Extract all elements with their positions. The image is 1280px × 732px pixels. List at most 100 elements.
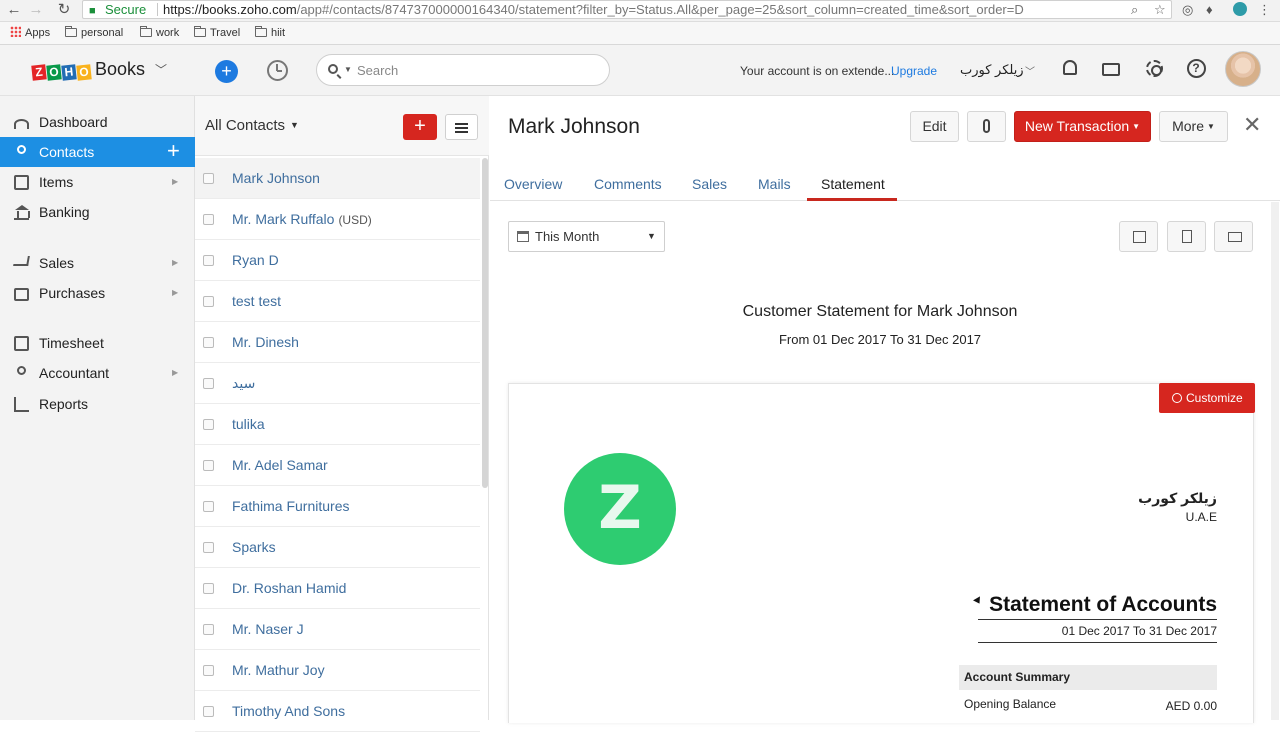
row-checkbox[interactable] bbox=[203, 542, 214, 553]
avatar[interactable] bbox=[1225, 51, 1261, 87]
sidebar-item-reports[interactable]: Reports bbox=[0, 389, 195, 419]
bookmark-star-icon[interactable]: ☆ bbox=[1154, 1, 1166, 18]
contact-name-link[interactable]: سيد bbox=[232, 375, 255, 392]
sidebar-item-dashboard[interactable]: Dashboard bbox=[0, 107, 195, 137]
contact-name-link[interactable]: Mr. Mark Ruffalo (USD) bbox=[232, 211, 372, 227]
gear-icon[interactable] bbox=[1143, 58, 1165, 80]
sidebar-item-purchases[interactable]: Purchases ▶ bbox=[0, 278, 195, 308]
row-checkbox[interactable] bbox=[203, 214, 214, 225]
row-checkbox[interactable] bbox=[203, 296, 214, 307]
row-checkbox[interactable] bbox=[203, 337, 214, 348]
row-checkbox[interactable] bbox=[203, 665, 214, 676]
back-icon[interactable]: ← bbox=[6, 1, 22, 19]
sidebar-item-banking[interactable]: Banking bbox=[0, 197, 195, 227]
period-select[interactable]: This Month ▼ bbox=[508, 221, 665, 252]
table-row[interactable]: Mr. Mathur Joy bbox=[195, 650, 480, 691]
tab-sales[interactable]: Sales bbox=[692, 176, 727, 192]
row-checkbox[interactable] bbox=[203, 173, 214, 184]
row-checkbox[interactable] bbox=[203, 378, 214, 389]
sidebar-item-sales[interactable]: Sales ▶ bbox=[0, 248, 195, 278]
row-checkbox[interactable] bbox=[203, 583, 214, 594]
row-checkbox[interactable] bbox=[203, 624, 214, 635]
zoom-icon[interactable]: ⌕ bbox=[1131, 1, 1138, 18]
row-checkbox[interactable] bbox=[203, 460, 214, 471]
chevron-down-icon[interactable]: ﹀ bbox=[155, 61, 167, 78]
evernote-icon[interactable]: ♦ bbox=[1206, 1, 1213, 18]
browser-profile-icon[interactable] bbox=[1233, 2, 1247, 16]
scrollbar[interactable] bbox=[482, 158, 488, 488]
chevron-down-icon[interactable]: ﹀ bbox=[1025, 63, 1035, 78]
browser-menu-icon[interactable]: ⋮ bbox=[1258, 1, 1271, 18]
contact-name-link[interactable]: Ryan D bbox=[232, 252, 279, 268]
contact-name-link[interactable]: Mr. Naser J bbox=[232, 621, 304, 637]
bell-icon[interactable] bbox=[1059, 58, 1081, 80]
table-row[interactable]: سيد bbox=[195, 363, 480, 404]
sidebar-item-accountant[interactable]: Accountant ▶ bbox=[0, 358, 195, 388]
sidebar-item-timesheet[interactable]: Timesheet bbox=[0, 328, 195, 358]
caret-down-icon[interactable]: ▼ bbox=[344, 65, 352, 74]
contact-name-link[interactable]: Fathima Furnitures bbox=[232, 498, 349, 514]
contact-name-link[interactable]: tulika bbox=[232, 416, 265, 432]
print-button[interactable] bbox=[1119, 221, 1158, 252]
address-bar[interactable]: ■ Secure https://books.zoho.com/app#/con… bbox=[82, 0, 1172, 19]
list-options-button[interactable] bbox=[445, 114, 478, 140]
view-filter-dropdown[interactable]: All Contacts ▼ bbox=[205, 117, 299, 134]
contact-name-link[interactable]: Mark Johnson bbox=[232, 170, 320, 186]
sidebar-item-contacts[interactable]: Contacts + bbox=[0, 137, 195, 167]
tab-comments[interactable]: Comments bbox=[594, 176, 662, 192]
table-row[interactable]: test test bbox=[195, 281, 480, 322]
tab-overview[interactable]: Overview bbox=[504, 176, 562, 192]
tab-statement[interactable]: Statement bbox=[821, 176, 885, 192]
customize-button[interactable]: Customize bbox=[1159, 383, 1255, 413]
search-icon[interactable] bbox=[328, 64, 338, 74]
add-contact-icon[interactable]: + bbox=[167, 136, 180, 166]
contact-name-link[interactable]: Timothy And Sons bbox=[232, 703, 345, 719]
table-row[interactable]: Fathima Furnitures bbox=[195, 486, 480, 527]
reload-icon[interactable]: ↻ bbox=[56, 1, 72, 19]
search-input[interactable] bbox=[357, 61, 597, 79]
edit-button[interactable]: Edit bbox=[910, 111, 959, 142]
download-pdf-button[interactable] bbox=[1167, 221, 1206, 252]
table-row[interactable]: Ryan D bbox=[195, 240, 480, 281]
zoho-books-logo[interactable]: Z O H O Books bbox=[31, 59, 145, 81]
quick-create-button[interactable]: + bbox=[215, 60, 238, 83]
help-icon[interactable]: ? bbox=[1185, 58, 1207, 80]
table-row[interactable]: Mr. Dinesh bbox=[195, 322, 480, 363]
bookmark-personal[interactable]: personal bbox=[65, 26, 123, 40]
table-row[interactable]: Dr. Roshan Hamid bbox=[195, 568, 480, 609]
table-row[interactable]: Sparks bbox=[195, 527, 480, 568]
history-icon[interactable] bbox=[267, 60, 288, 81]
send-email-button[interactable] bbox=[1214, 221, 1253, 252]
new-transaction-button[interactable]: New Transaction ▼ bbox=[1014, 111, 1151, 142]
folder-icon[interactable] bbox=[1100, 58, 1122, 80]
bookmark-work[interactable]: work bbox=[140, 26, 179, 40]
attach-button[interactable] bbox=[967, 111, 1006, 142]
tab-mails[interactable]: Mails bbox=[758, 176, 791, 192]
row-checkbox[interactable] bbox=[203, 255, 214, 266]
extension-icon[interactable]: ◎ bbox=[1182, 1, 1193, 18]
new-contact-button[interactable]: + bbox=[403, 114, 437, 140]
row-checkbox[interactable] bbox=[203, 706, 214, 717]
contact-name-link[interactable]: Dr. Roshan Hamid bbox=[232, 580, 346, 596]
sidebar-item-items[interactable]: Items ▶ bbox=[0, 167, 195, 197]
bookmark-apps[interactable]: Apps bbox=[10, 26, 50, 40]
bookmark-hiit[interactable]: hiit bbox=[255, 26, 285, 40]
row-checkbox[interactable] bbox=[203, 501, 214, 512]
upgrade-link[interactable]: Upgrade bbox=[891, 64, 937, 78]
contact-name-link[interactable]: Mr. Mathur Joy bbox=[232, 662, 325, 678]
scrollbar[interactable] bbox=[1271, 202, 1279, 720]
organization-switcher[interactable]: زيلكر كورب bbox=[960, 62, 1024, 78]
table-row[interactable]: Timothy And Sons bbox=[195, 691, 480, 732]
close-icon[interactable]: ✕ bbox=[1243, 113, 1261, 137]
more-button[interactable]: More ▼ bbox=[1159, 111, 1228, 142]
search-box[interactable]: ▼ bbox=[316, 54, 610, 86]
table-row[interactable]: Mark Johnson bbox=[195, 158, 480, 199]
contact-name-link[interactable]: Mr. Adel Samar bbox=[232, 457, 328, 473]
contact-name-link[interactable]: Sparks bbox=[232, 539, 276, 555]
bookmark-travel[interactable]: Travel bbox=[194, 26, 240, 40]
row-checkbox[interactable] bbox=[203, 419, 214, 430]
contact-name-link[interactable]: test test bbox=[232, 293, 281, 309]
table-row[interactable]: Mr. Adel Samar bbox=[195, 445, 480, 486]
contact-name-link[interactable]: Mr. Dinesh bbox=[232, 334, 299, 350]
table-row[interactable]: Mr. Mark Ruffalo (USD) bbox=[195, 199, 480, 240]
